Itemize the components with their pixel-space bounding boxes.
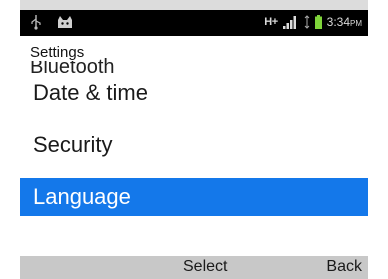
- clock-ampm: PM: [350, 19, 362, 28]
- settings-list: Settings Bluetooth Date & time Security …: [20, 36, 368, 256]
- sync-icon: [304, 15, 309, 29]
- frame-left: [0, 0, 20, 279]
- status-clock: 3:34PM: [327, 15, 362, 29]
- list-item-language[interactable]: Language: [20, 178, 368, 216]
- usb-icon: [31, 15, 41, 30]
- status-left-icons: [30, 14, 74, 30]
- top-bezel: [20, 0, 368, 10]
- frame-right: [368, 0, 388, 279]
- status-bar: H+ 3:34PM: [20, 10, 368, 36]
- softkey-bar: Select Back: [20, 256, 368, 279]
- network-type: H+: [264, 16, 278, 28]
- list-item-security[interactable]: Security: [20, 126, 368, 164]
- page-title: Settings: [30, 44, 89, 61]
- android-icon: [58, 16, 72, 28]
- status-right-icons: H+ 3:34PM: [264, 15, 362, 29]
- battery-icon: [314, 15, 322, 29]
- clock-time: 3:34: [326, 15, 350, 29]
- phone-screen: H+ 3:34PM Settings Bluetooth Date & time…: [20, 0, 368, 279]
- select-softkey[interactable]: Select: [183, 258, 227, 276]
- back-softkey[interactable]: Back: [326, 258, 362, 276]
- signal-icon: [282, 16, 296, 29]
- list-item-date-time[interactable]: Date & time: [20, 74, 368, 112]
